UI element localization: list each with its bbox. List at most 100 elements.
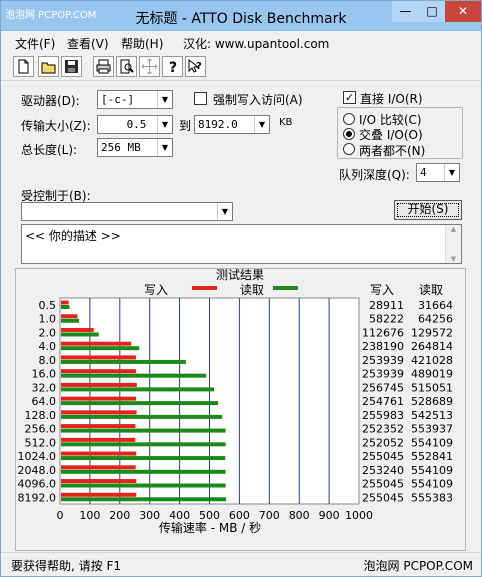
drive-select[interactable]: [-c-] ▼ <box>97 90 173 109</box>
results-chart: 测试结果 写入 读取 写入 读取 0.51.02.04.08.016.032.0… <box>18 268 454 535</box>
y-tick-label: 1.0 <box>39 313 57 326</box>
start-button-focus <box>397 203 459 217</box>
overlapped-io-radio[interactable] <box>343 128 355 140</box>
minimize-button[interactable]: — <box>392 1 419 22</box>
legend-read-label: 读取 <box>240 283 264 297</box>
controlled-by-select[interactable]: ▼ <box>21 202 233 221</box>
total-length-value: 256 MB <box>101 141 141 154</box>
read-value: 554109 <box>411 436 453 449</box>
force-write-checkbox[interactable] <box>194 92 207 105</box>
read-value: 554109 <box>411 464 453 477</box>
write-bar <box>61 492 137 497</box>
context-help-icon[interactable]: ? <box>185 56 206 77</box>
y-tick-label: 16.0 <box>32 368 57 381</box>
col-read-header: 读取 <box>419 283 443 297</box>
menu-help[interactable]: 帮助(H) <box>121 35 163 52</box>
write-bar <box>61 382 137 387</box>
write-value: 255045 <box>362 491 404 504</box>
drive-label: 驱动器(D): <box>21 94 80 108</box>
io-compare-radio[interactable] <box>343 113 355 125</box>
svg-text:?: ? <box>196 61 202 72</box>
transfer-to-select[interactable]: 8192.0 ▼ <box>194 115 270 134</box>
write-bar <box>61 410 137 415</box>
read-value: 264814 <box>411 340 453 353</box>
force-write-label: 强制写入访问(A) <box>213 93 303 107</box>
menu-file[interactable]: 文件(F) <box>15 35 55 52</box>
open-icon[interactable] <box>38 56 59 77</box>
write-bar <box>61 424 136 429</box>
y-tick-label: 512.0 <box>25 436 57 449</box>
menu-view[interactable]: 查看(V) <box>67 35 109 52</box>
description-scrollbar[interactable]: ▲ ▼ <box>445 225 461 263</box>
read-value: 64256 <box>418 313 453 326</box>
write-bar <box>61 300 69 305</box>
transfer-from-value: 0.5 <box>126 118 147 131</box>
svg-text:?: ? <box>169 60 177 76</box>
description-textarea[interactable]: << 你的描述 >> ▲ ▼ <box>21 224 462 264</box>
app-window: 泡泡网 PCPOP.COM 无标题 - ATTO Disk Benchmark … <box>0 0 482 577</box>
read-value: 542513 <box>411 409 453 422</box>
status-watermark: 泡泡网 PCPOP.COM <box>363 559 473 573</box>
close-button[interactable]: ✕ <box>445 1 481 22</box>
chevron-down-icon: ▼ <box>157 91 172 108</box>
write-value: 252352 <box>362 423 404 436</box>
neither-radio[interactable] <box>343 143 355 155</box>
start-button[interactable]: 开始(S) <box>394 200 462 220</box>
x-tick-label: 800 <box>289 509 310 522</box>
write-bar <box>61 396 137 401</box>
transfer-to-value: 8192.0 <box>198 118 238 131</box>
read-bar <box>61 346 140 351</box>
y-tick-label: 4.0 <box>39 340 57 353</box>
queue-depth-select[interactable]: 4 ▼ <box>416 163 460 182</box>
y-tick-label: 4096.0 <box>18 478 57 491</box>
read-bar <box>61 428 226 433</box>
read-bar <box>61 305 70 309</box>
write-value: 255045 <box>362 450 404 463</box>
write-value: 238190 <box>362 340 404 353</box>
print-icon[interactable] <box>93 56 114 77</box>
about-icon[interactable]: ? <box>162 56 183 77</box>
legend-write-swatch <box>192 286 217 290</box>
total-length-select[interactable]: 256 MB ▼ <box>97 138 173 157</box>
y-tick-label: 32.0 <box>32 381 57 394</box>
new-icon[interactable] <box>13 56 34 77</box>
y-tick-label: 8.0 <box>39 354 57 367</box>
x-tick-label: 700 <box>259 509 280 522</box>
read-bar <box>61 456 226 461</box>
print-preview-icon[interactable] <box>116 56 137 77</box>
read-value: 528689 <box>411 395 453 408</box>
read-bar <box>61 442 226 447</box>
write-bar <box>61 451 137 456</box>
save-icon[interactable] <box>61 56 82 77</box>
scroll-up-icon[interactable]: ▲ <box>446 225 461 233</box>
chart-title: 测试结果 <box>216 268 264 282</box>
drive-select-value: [-c-] <box>101 93 135 106</box>
title-bar: 泡泡网 PCPOP.COM 无标题 - ATTO Disk Benchmark … <box>1 1 481 31</box>
y-tick-label: 64.0 <box>32 395 57 408</box>
maximize-button[interactable]: □ <box>419 1 445 22</box>
kb-label: KB <box>279 117 293 128</box>
read-bar <box>61 469 226 474</box>
direct-io-checkbox[interactable]: ✓ <box>343 91 356 104</box>
read-value: 553937 <box>411 423 453 436</box>
x-axis-label: 传输速率 - MB / 秒 <box>159 520 261 535</box>
write-value: 252052 <box>362 436 404 449</box>
write-bar <box>61 369 136 374</box>
write-value: 256745 <box>362 381 404 394</box>
y-tick-label: 0.5 <box>39 299 57 312</box>
read-bar <box>61 332 99 337</box>
transfer-from-select[interactable]: 0.5 ▼ <box>97 115 173 134</box>
status-bar: 要获得帮助, 请按 F1 泡泡网 PCPOP.COM <box>1 552 481 576</box>
chevron-down-icon: ▼ <box>217 203 232 220</box>
menu-bar: 文件(F) 查看(V) 帮助(H) 汉化: www.upantool.com <box>1 32 481 52</box>
chevron-down-icon: ▼ <box>254 116 269 133</box>
to-label: 到 <box>179 119 192 133</box>
scroll-down-icon[interactable]: ▼ <box>446 255 461 263</box>
write-bar <box>61 355 136 360</box>
y-tick-label: 128.0 <box>25 409 57 422</box>
move-icon[interactable] <box>139 56 160 77</box>
total-length-label: 总长度(L): <box>21 143 78 157</box>
write-value: 253240 <box>362 464 404 477</box>
read-value: 31664 <box>418 299 453 312</box>
write-value: 253939 <box>362 354 404 367</box>
